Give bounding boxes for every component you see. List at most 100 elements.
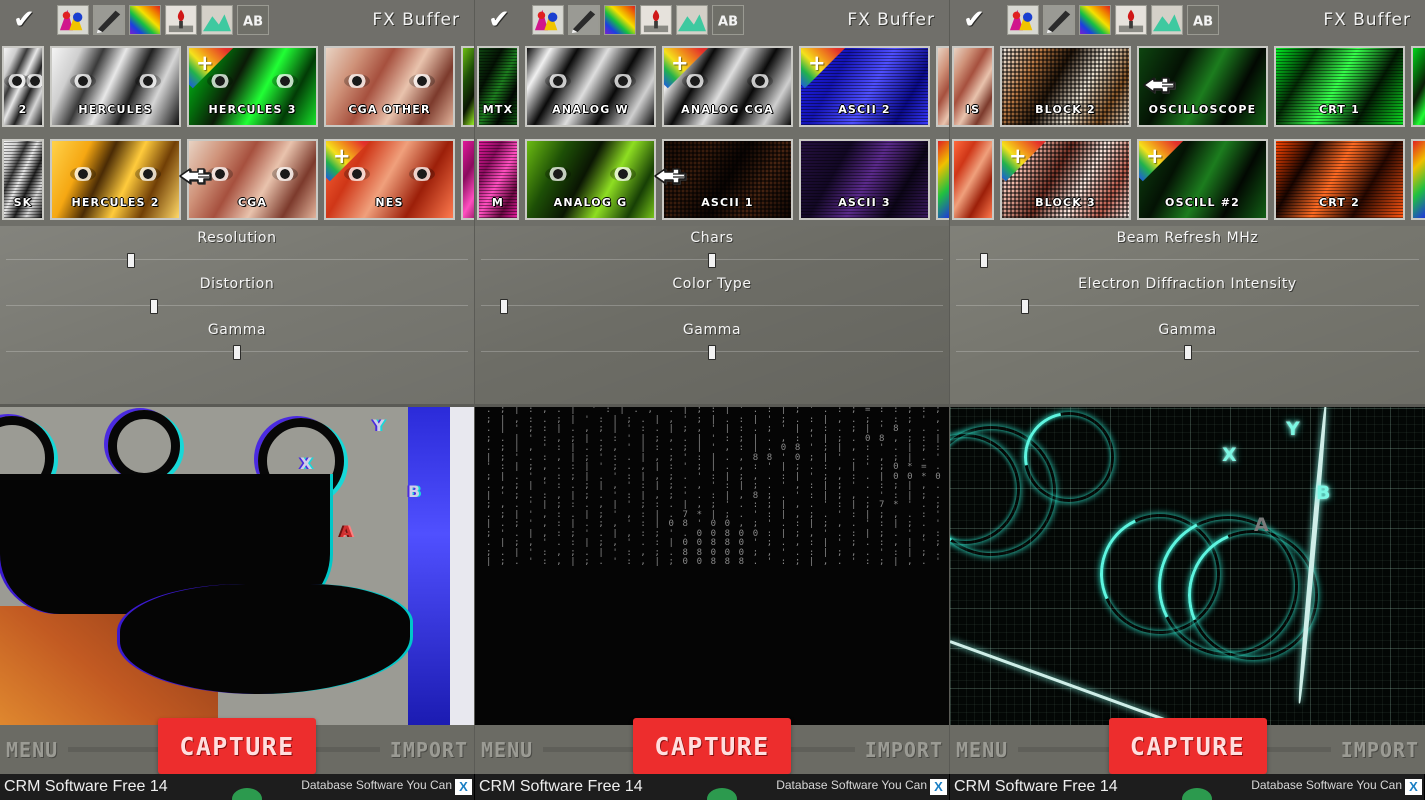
filter-thumb[interactable]: 2 (2, 46, 44, 127)
filter-strip-row2[interactable]: + BLOCK 3 + OSCILL #2 CRT 2 (950, 133, 1425, 226)
filter-thumb[interactable]: ASCII 1 (662, 139, 793, 220)
filter-strip-row2[interactable]: SK HERCULES 2 CGA + NES (0, 133, 474, 226)
y-button-label: Y (373, 416, 385, 435)
capture-button[interactable]: CAPTURE (633, 718, 791, 774)
filter-thumb[interactable]: HERCULES (50, 46, 181, 127)
filter-strip-row2[interactable]: M ANALOG G ASCII 1 ASCII 3 (475, 133, 949, 226)
rainbow-gradient-icon[interactable] (604, 5, 636, 35)
filter-thumb[interactable]: BLOCK 2 (1000, 46, 1131, 127)
filter-thumb[interactable]: CGA (187, 139, 318, 220)
filter-strip-row1[interactable]: IS BLOCK 2 OSCILLOSCOPE CRT 1 (950, 40, 1425, 133)
filter-thumb-image (463, 141, 474, 218)
slider-handle[interactable] (708, 253, 716, 268)
filter-strip-row1[interactable]: MTX ANALOG W + ANALOG CGA + ASCII 2 (475, 40, 949, 133)
filter-thumb[interactable]: HERCULES 2 (50, 139, 181, 220)
text-ab-icon[interactable]: AB (712, 5, 744, 35)
ad-close-icon[interactable]: X (455, 779, 472, 795)
filter-thumb[interactable]: OSCILLOSCOPE (1137, 46, 1268, 127)
slider-track[interactable] (956, 298, 1419, 314)
slider-track[interactable] (6, 344, 468, 360)
brush-icon[interactable] (93, 5, 125, 35)
import-button[interactable]: IMPORT (384, 738, 474, 762)
color-palette-icon[interactable] (1007, 5, 1039, 35)
filter-thumb[interactable]: ANALOG G (525, 139, 656, 220)
eyedropper-icon[interactable] (640, 5, 672, 35)
checkmark-icon[interactable]: ✔ (6, 5, 42, 35)
filter-thumb[interactable] (461, 139, 474, 220)
preview-canvas[interactable]: X Y B A (950, 404, 1425, 729)
filter-thumb-image (463, 48, 474, 125)
text-ab-icon[interactable]: AB (1187, 5, 1219, 35)
preview-canvas[interactable]: X Y B A (0, 404, 474, 729)
filter-thumb[interactable]: + HERCULES 3 (187, 46, 318, 127)
slider-track[interactable] (956, 252, 1419, 268)
filter-thumb[interactable]: CRT 2 (1274, 139, 1405, 220)
filter-thumb[interactable] (1411, 139, 1425, 220)
menu-button[interactable]: MENU (475, 738, 539, 762)
slider-track[interactable] (6, 298, 468, 314)
slider-handle[interactable] (979, 253, 988, 268)
text-ab-icon[interactable]: AB (237, 5, 269, 35)
eyedropper-icon[interactable] (165, 5, 197, 35)
slider-track[interactable] (481, 298, 943, 314)
filter-thumb[interactable] (1411, 46, 1425, 127)
filter-thumb[interactable]: ASCII 3 (799, 139, 930, 220)
filter-thumb[interactable] (461, 46, 474, 127)
capture-button[interactable]: CAPTURE (158, 718, 316, 774)
filter-thumb[interactable] (936, 46, 949, 127)
filter-thumb[interactable]: + NES (324, 139, 455, 220)
menu-button[interactable]: MENU (0, 738, 64, 762)
filter-thumb[interactable]: + BLOCK 3 (1000, 139, 1131, 220)
capture-button[interactable]: CAPTURE (1108, 718, 1267, 774)
filter-thumb-image (954, 141, 992, 218)
filter-thumb[interactable]: ANALOG W (525, 46, 656, 127)
rainbow-gradient-icon[interactable] (1079, 5, 1111, 35)
ad-close-icon[interactable]: X (1405, 779, 1422, 795)
filter-thumb[interactable]: MTX (477, 46, 519, 127)
slider-handle[interactable] (149, 299, 158, 314)
filter-thumb[interactable]: IS (952, 46, 994, 127)
filter-thumb[interactable]: SK (2, 139, 44, 220)
filter-thumb[interactable]: + ASCII 2 (799, 46, 930, 127)
brush-icon[interactable] (1043, 5, 1075, 35)
filter-thumb[interactable]: CGA OTHER (324, 46, 455, 127)
slider-handle[interactable] (1021, 299, 1030, 314)
slider-handle[interactable] (1183, 345, 1192, 360)
slider-handle[interactable] (708, 345, 716, 360)
ad-banner[interactable]: CRM Software Free 14 Database Software Yo… (475, 774, 950, 800)
slider-handle[interactable] (500, 299, 509, 314)
slider-track[interactable] (956, 344, 1419, 360)
ad-banner[interactable]: CRM Software Free 14 Database Software Yo… (950, 774, 1425, 800)
curve-icon[interactable] (676, 5, 708, 35)
ad-banner[interactable]: CRM Software Free 14 Database Software Yo… (0, 774, 475, 800)
color-palette-icon[interactable] (532, 5, 564, 35)
slider-handle[interactable] (233, 345, 241, 360)
checkmark-icon[interactable]: ✔ (481, 5, 517, 35)
filter-thumb[interactable] (952, 139, 994, 220)
filter-thumb[interactable]: + ANALOG CGA (662, 46, 793, 127)
slider-rail (481, 305, 943, 306)
rainbow-gradient-icon[interactable] (129, 5, 161, 35)
brush-icon[interactable] (568, 5, 600, 35)
preview-canvas[interactable]: . ; | : , . | ' : | . , . | ; : | ' . : … (475, 404, 949, 729)
curve-icon[interactable] (201, 5, 233, 35)
slider-track[interactable] (481, 252, 943, 268)
filter-thumb[interactable]: + OSCILL #2 (1137, 139, 1268, 220)
import-button[interactable]: IMPORT (859, 738, 949, 762)
slider-track[interactable] (481, 344, 943, 360)
import-button[interactable]: IMPORT (1335, 738, 1425, 762)
preview-top-divider (950, 404, 1425, 407)
menu-button[interactable]: MENU (950, 738, 1014, 762)
curve-icon[interactable] (1151, 5, 1183, 35)
ad-close-icon[interactable]: X (930, 779, 947, 795)
slider-group: Resolution (0, 230, 474, 268)
checkmark-icon[interactable]: ✔ (956, 5, 992, 35)
slider-track[interactable] (6, 252, 468, 268)
eyedropper-icon[interactable] (1115, 5, 1147, 35)
slider-handle[interactable] (126, 253, 135, 268)
filter-thumb[interactable]: CRT 1 (1274, 46, 1405, 127)
color-palette-icon[interactable] (57, 5, 89, 35)
filter-strip-row1[interactable]: 2 HERCULES + HERCULES 3 CGA OTHER (0, 40, 474, 133)
filter-thumb[interactable] (936, 139, 949, 220)
filter-thumb[interactable]: M (477, 139, 519, 220)
